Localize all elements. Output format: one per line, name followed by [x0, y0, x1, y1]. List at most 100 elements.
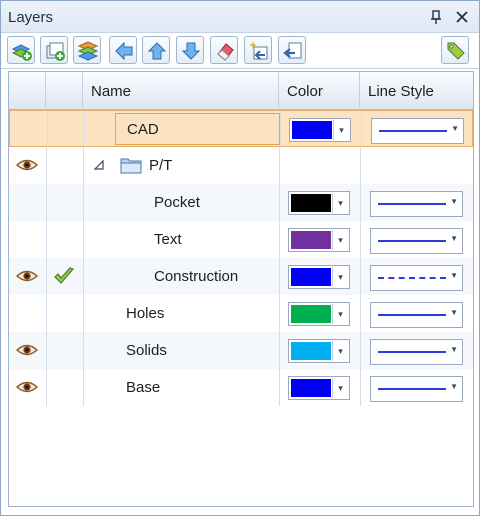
color-picker[interactable]: ▾	[288, 302, 350, 326]
expand-collapse-icon[interactable]	[94, 160, 104, 170]
visibility-eye-icon[interactable]	[16, 269, 38, 283]
pin-icon[interactable]	[427, 8, 445, 26]
panel-titlebar: Layers	[1, 1, 479, 33]
move-up-button[interactable]	[142, 36, 170, 64]
layer-name[interactable]: Construction	[154, 268, 238, 285]
column-divider	[279, 295, 280, 332]
line-style-preview	[378, 277, 446, 279]
column-divider	[83, 147, 84, 184]
layer-row[interactable]: Holes ▾ ▼	[9, 295, 473, 332]
column-divider	[83, 332, 84, 369]
column-divider	[46, 184, 47, 221]
line-style-picker[interactable]: ▼	[370, 265, 463, 291]
name-cell-focus	[115, 113, 280, 145]
layer-row[interactable]: Base ▾ ▼	[9, 369, 473, 406]
line-style-picker[interactable]: ▼	[370, 376, 463, 402]
color-dropdown-icon[interactable]: ▾	[332, 193, 348, 213]
import-layer-button[interactable]	[278, 36, 306, 64]
line-style-picker[interactable]: ▼	[370, 339, 463, 365]
add-sublayer-icon	[46, 42, 65, 61]
tag-button[interactable]	[441, 36, 469, 64]
column-divider	[279, 184, 280, 221]
column-divider	[83, 258, 84, 295]
name-column-header[interactable]: Name	[83, 72, 279, 110]
line-style-preview	[378, 240, 446, 242]
color-dropdown-icon[interactable]: ▾	[333, 120, 349, 140]
layer-name[interactable]: Pocket	[154, 194, 200, 211]
line-style-column-label: Line Style	[368, 83, 434, 100]
layer-name[interactable]: Holes	[126, 305, 164, 322]
column-divider	[46, 332, 47, 369]
line-style-dropdown-icon[interactable]: ▼	[450, 271, 458, 280]
layers-panel: Layers Name Color Line Style CAD ▾ ▼ P/T…	[0, 0, 480, 516]
line-style-dropdown-icon[interactable]: ▼	[450, 197, 458, 206]
layer-row[interactable]: CAD ▾ ▼	[9, 110, 473, 148]
visibility-eye-icon[interactable]	[16, 343, 38, 357]
layer-name[interactable]: P/T	[149, 157, 172, 174]
layer-stack-button[interactable]	[73, 36, 101, 64]
column-divider	[46, 258, 47, 295]
color-dropdown-icon[interactable]: ▾	[332, 378, 348, 398]
column-divider	[279, 147, 280, 184]
line-style-dropdown-icon[interactable]: ▼	[450, 382, 458, 391]
layer-name[interactable]: Solids	[126, 342, 167, 359]
active-layer-check-icon[interactable]	[53, 266, 75, 286]
color-picker[interactable]: ▾	[289, 118, 351, 142]
line-style-dropdown-icon[interactable]: ▼	[451, 124, 459, 133]
delete-layer-button[interactable]	[210, 36, 238, 64]
grid-header: Name Color Line Style	[9, 72, 473, 110]
line-style-dropdown-icon[interactable]: ▼	[450, 308, 458, 317]
line-style-preview	[378, 388, 446, 390]
new-layer-button[interactable]	[244, 36, 272, 64]
close-icon[interactable]	[453, 8, 471, 26]
color-picker[interactable]: ▾	[288, 376, 350, 400]
color-dropdown-icon[interactable]: ▾	[332, 267, 348, 287]
color-dropdown-icon[interactable]: ▾	[332, 230, 348, 250]
layer-row[interactable]: Text ▾ ▼	[9, 221, 473, 258]
color-swatch	[291, 305, 331, 323]
color-picker[interactable]: ▾	[288, 339, 350, 363]
line-style-picker[interactable]: ▼	[370, 302, 463, 328]
line-style-preview	[378, 203, 446, 205]
folder-icon	[120, 158, 142, 174]
add-sublayer-button[interactable]	[40, 36, 68, 64]
layer-row[interactable]: P/T	[9, 147, 473, 184]
new-layer-sparkle-icon	[249, 41, 268, 60]
column-divider	[279, 369, 280, 406]
line-style-dropdown-icon[interactable]: ▼	[450, 345, 458, 354]
color-picker[interactable]: ▾	[288, 228, 350, 252]
layer-row[interactable]: Construction ▾ ▼	[9, 258, 473, 295]
layer-name[interactable]: Base	[126, 379, 160, 396]
color-column-header[interactable]: Color	[279, 72, 360, 110]
column-divider	[46, 221, 47, 258]
line-style-picker[interactable]: ▼	[370, 228, 463, 254]
layer-name[interactable]: Text	[154, 231, 182, 248]
column-divider	[279, 221, 280, 258]
column-divider	[279, 332, 280, 369]
color-picker[interactable]: ▾	[288, 191, 350, 215]
color-swatch	[291, 268, 331, 286]
column-divider	[360, 369, 361, 406]
active-column-header[interactable]	[46, 72, 83, 110]
color-dropdown-icon[interactable]: ▾	[332, 304, 348, 324]
line-style-picker[interactable]: ▼	[370, 191, 463, 217]
arrow-down-icon	[181, 42, 201, 60]
move-left-button[interactable]	[109, 36, 137, 64]
color-picker[interactable]: ▾	[288, 265, 350, 289]
visibility-eye-icon[interactable]	[16, 380, 38, 394]
visibility-eye-icon[interactable]	[16, 158, 38, 172]
line-style-picker[interactable]: ▼	[371, 118, 464, 144]
layer-row[interactable]: Solids ▾ ▼	[9, 332, 473, 369]
line-style-dropdown-icon[interactable]: ▼	[450, 234, 458, 243]
name-column-label: Name	[91, 83, 132, 100]
column-divider	[46, 369, 47, 406]
visibility-column-header[interactable]	[9, 72, 46, 110]
layer-row[interactable]: Pocket ▾ ▼	[9, 184, 473, 221]
move-down-button[interactable]	[176, 36, 204, 64]
color-dropdown-icon[interactable]: ▾	[332, 341, 348, 361]
add-layer-icon	[11, 44, 32, 61]
line-style-column-header[interactable]: Line Style	[360, 72, 473, 110]
color-swatch	[291, 194, 331, 212]
add-layer-button[interactable]	[7, 36, 35, 64]
column-divider	[360, 147, 361, 184]
